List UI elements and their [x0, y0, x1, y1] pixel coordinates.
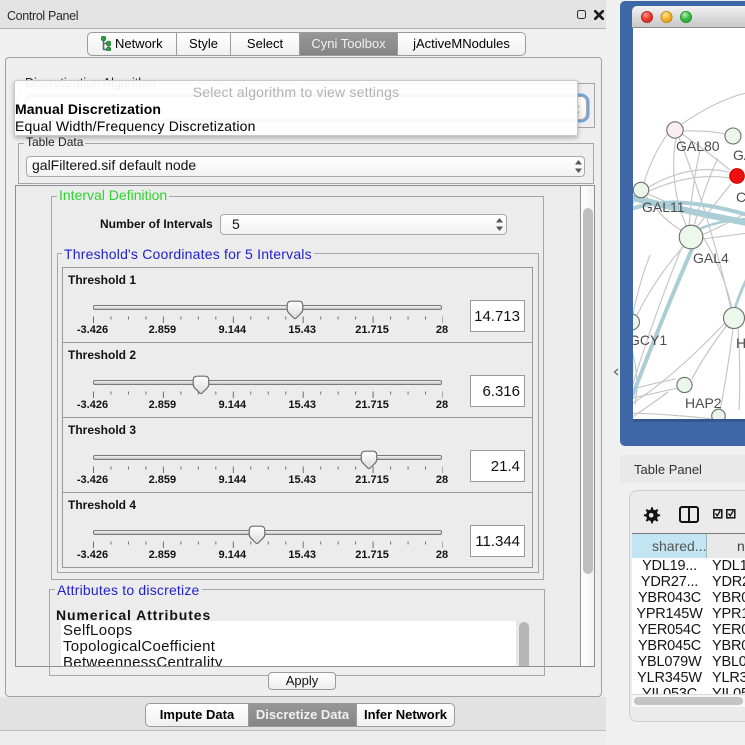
svg-text:H: H [736, 335, 745, 351]
svg-text:GCY1: GCY1 [633, 332, 667, 348]
svg-text:GAL11: GAL11 [642, 199, 685, 215]
svg-text:GAL80: GAL80 [676, 138, 720, 154]
svg-text:C: C [736, 189, 745, 205]
svg-text:GAL: GAL [733, 147, 745, 163]
svg-text:GAL4: GAL4 [693, 250, 729, 266]
svg-text:HAP2: HAP2 [685, 395, 722, 411]
